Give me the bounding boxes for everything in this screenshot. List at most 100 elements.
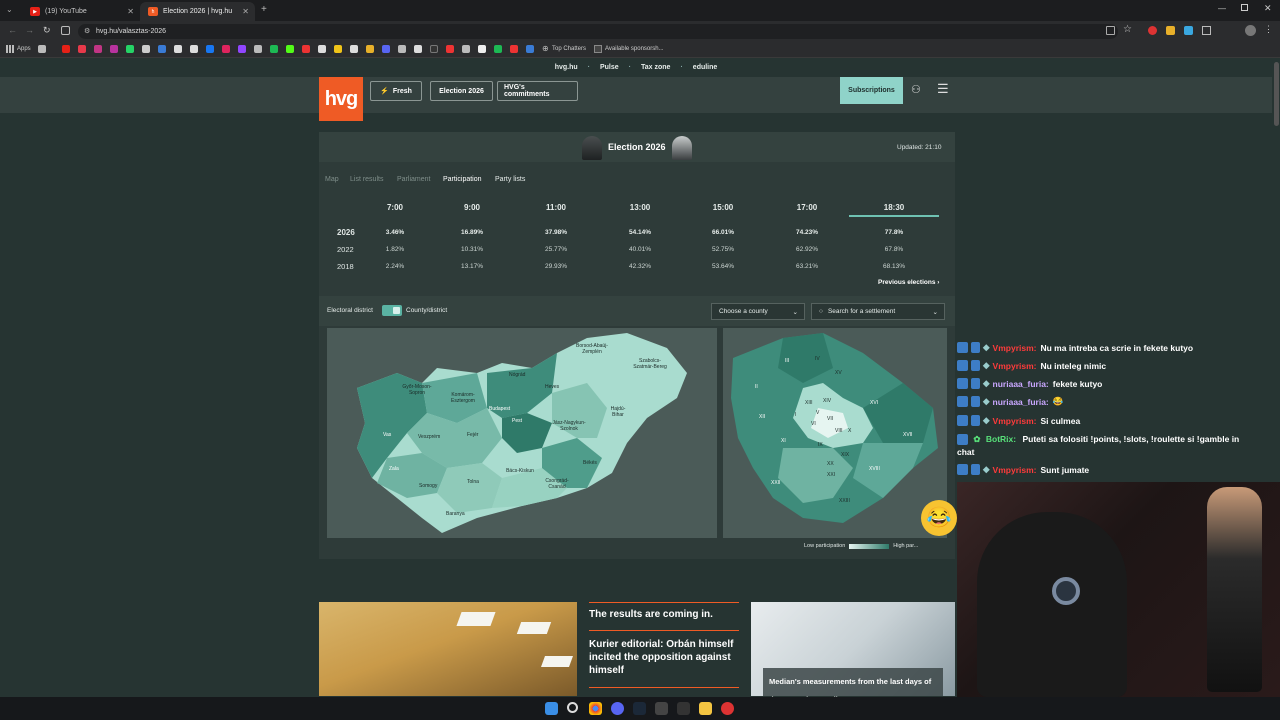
apps-icon[interactable] <box>6 45 14 53</box>
cell-2018-1500: 53.64% <box>711 263 735 270</box>
extension-icon[interactable] <box>1184 26 1193 35</box>
app-icon[interactable] <box>611 702 624 715</box>
bookmark-icon[interactable] <box>334 45 342 53</box>
bookmark-icon[interactable] <box>430 45 438 53</box>
nav-hvg[interactable]: hvg.hu <box>555 64 578 71</box>
toggle-electoral-district[interactable]: Electoral district <box>327 307 373 314</box>
article-headline[interactable]: Kurier editorial: Orbán himself incited … <box>589 638 739 677</box>
scrollbar-thumb[interactable] <box>1274 62 1279 126</box>
tab-party-lists[interactable]: Party lists <box>495 176 525 183</box>
app-icon[interactable] <box>677 702 690 715</box>
tab-parliament[interactable]: Parliament <box>397 176 430 183</box>
menu-icon[interactable]: ⋮ <box>1264 24 1273 35</box>
bookmark-available[interactable]: Available sponsorsh... <box>605 46 664 52</box>
forward-icon[interactable]: → <box>25 25 34 35</box>
extensions-puzzle-icon[interactable] <box>1202 26 1211 35</box>
commitments-button[interactable]: HVG's commitments <box>497 81 578 101</box>
bookmark-icon[interactable] <box>190 45 198 53</box>
toggle-switch[interactable] <box>382 305 402 316</box>
bookmark-icon[interactable] <box>350 45 358 53</box>
tab-youtube[interactable]: ▶ (19) YouTube ✕ <box>22 2 140 21</box>
translate-icon[interactable] <box>1106 26 1115 35</box>
minimize-icon[interactable]: — <box>1218 4 1226 13</box>
bookmark-star-icon[interactable]: ☆ <box>1123 24 1132 35</box>
extension-icon[interactable] <box>1166 26 1175 35</box>
close-window-icon[interactable]: ✕ <box>1264 3 1272 14</box>
hamburger-menu-icon[interactable]: ☰ <box>937 81 949 97</box>
toggle-county-district[interactable]: County/district <box>406 307 447 314</box>
previous-elections-link[interactable]: Previous elections › <box>878 279 939 286</box>
back-icon[interactable]: ← <box>8 25 17 35</box>
bookmark-icon[interactable] <box>510 45 518 53</box>
bookmark-icon[interactable] <box>302 45 310 53</box>
bookmark-icon[interactable] <box>478 45 486 53</box>
time-header: 9:00 <box>463 203 480 212</box>
tab-list-results[interactable]: List results <box>350 176 383 183</box>
bookmark-icon[interactable] <box>286 45 294 53</box>
nav-pulse[interactable]: Pulse <box>600 64 619 71</box>
bookmark-icon[interactable] <box>238 45 246 53</box>
close-tab-icon[interactable]: ✕ <box>127 7 134 16</box>
bookmark-icon[interactable] <box>78 45 86 53</box>
tab-participation[interactable]: Participation <box>443 176 482 183</box>
bookmark-icon[interactable] <box>462 45 470 53</box>
settlement-search[interactable]: ○ Search for a settlement ⌄ <box>811 303 945 320</box>
bookmark-icon[interactable] <box>62 45 70 53</box>
nav-eduline[interactable]: eduline <box>693 64 718 71</box>
maximize-icon[interactable] <box>1241 4 1248 11</box>
folder-icon[interactable] <box>699 702 712 715</box>
article-photo[interactable]: Median's measurements from the last days… <box>751 602 955 704</box>
chrome-icon[interactable] <box>589 702 602 715</box>
url-text: hvg.hu/valasztas-2026 <box>96 28 167 35</box>
sidebar-icon[interactable] <box>61 26 70 35</box>
user-icon[interactable]: ⚇ <box>911 83 921 96</box>
fresh-button[interactable]: ⚡ Fresh <box>370 81 422 101</box>
bookmark-icon[interactable] <box>398 45 406 53</box>
chevron-right-icon: › <box>937 279 940 286</box>
steam-icon[interactable] <box>633 702 646 715</box>
budapest-map[interactable]: II III IV XV XVI I XII XIII V VI VII VII… <box>723 328 947 538</box>
app-icon[interactable] <box>655 702 668 715</box>
bookmark-icon[interactable] <box>382 45 390 53</box>
bookmark-icon[interactable] <box>366 45 374 53</box>
article-headline[interactable]: The results are coming in. <box>589 608 739 621</box>
bookmark-icon[interactable] <box>38 45 46 53</box>
election-2026-button[interactable]: Election 2026 <box>430 81 493 101</box>
site-info-icon[interactable]: ⚙ <box>84 24 90 39</box>
new-tab-icon[interactable]: + <box>261 4 267 15</box>
bookmark-icon[interactable] <box>254 45 262 53</box>
start-icon[interactable] <box>545 702 558 715</box>
subscriptions-button[interactable]: Subscriptions <box>840 77 903 104</box>
search-icon[interactable] <box>567 702 578 713</box>
settings-icon[interactable] <box>721 702 734 715</box>
close-tab-icon[interactable]: ✕ <box>242 7 249 16</box>
article-photo[interactable] <box>319 602 577 696</box>
bookmark-icon[interactable] <box>174 45 182 53</box>
bookmark-apps[interactable]: Apps <box>17 46 31 52</box>
bookmark-icon[interactable] <box>318 45 326 53</box>
bookmark-icon[interactable] <box>158 45 166 53</box>
county-select[interactable]: Choose a county ⌄ <box>711 303 805 320</box>
bookmark-top-chatters[interactable]: Top Chatters <box>552 46 586 52</box>
url-input[interactable]: ⚙ hvg.hu/valasztas-2026 <box>78 24 1118 39</box>
bookmark-icon[interactable] <box>494 45 502 53</box>
hungary-map[interactable]: Győr-Moson-Sopron Komárom-Esztergom Nógr… <box>327 328 717 538</box>
bookmark-icon[interactable] <box>206 45 214 53</box>
bookmark-icon[interactable] <box>526 45 534 53</box>
bookmark-icon[interactable] <box>446 45 454 53</box>
tab-map[interactable]: Map <box>325 176 339 183</box>
bookmark-icon[interactable] <box>414 45 422 53</box>
bookmark-icon[interactable] <box>142 45 150 53</box>
extension-icon[interactable] <box>1148 26 1157 35</box>
profile-avatar[interactable] <box>1245 25 1256 36</box>
nav-tax-zone[interactable]: Tax zone <box>641 64 670 71</box>
tab-list-icon[interactable]: ⌄ <box>6 5 13 14</box>
hvg-logo[interactable]: hvg <box>319 77 363 121</box>
bookmark-icon[interactable] <box>110 45 118 53</box>
bookmark-icon[interactable] <box>94 45 102 53</box>
bookmark-icon[interactable] <box>126 45 134 53</box>
tab-hvg[interactable]: h Election 2026 | hvg.hu ✕ <box>140 2 255 21</box>
bookmark-icon[interactable] <box>222 45 230 53</box>
reload-icon[interactable]: ↻ <box>43 25 51 36</box>
bookmark-icon[interactable] <box>270 45 278 53</box>
